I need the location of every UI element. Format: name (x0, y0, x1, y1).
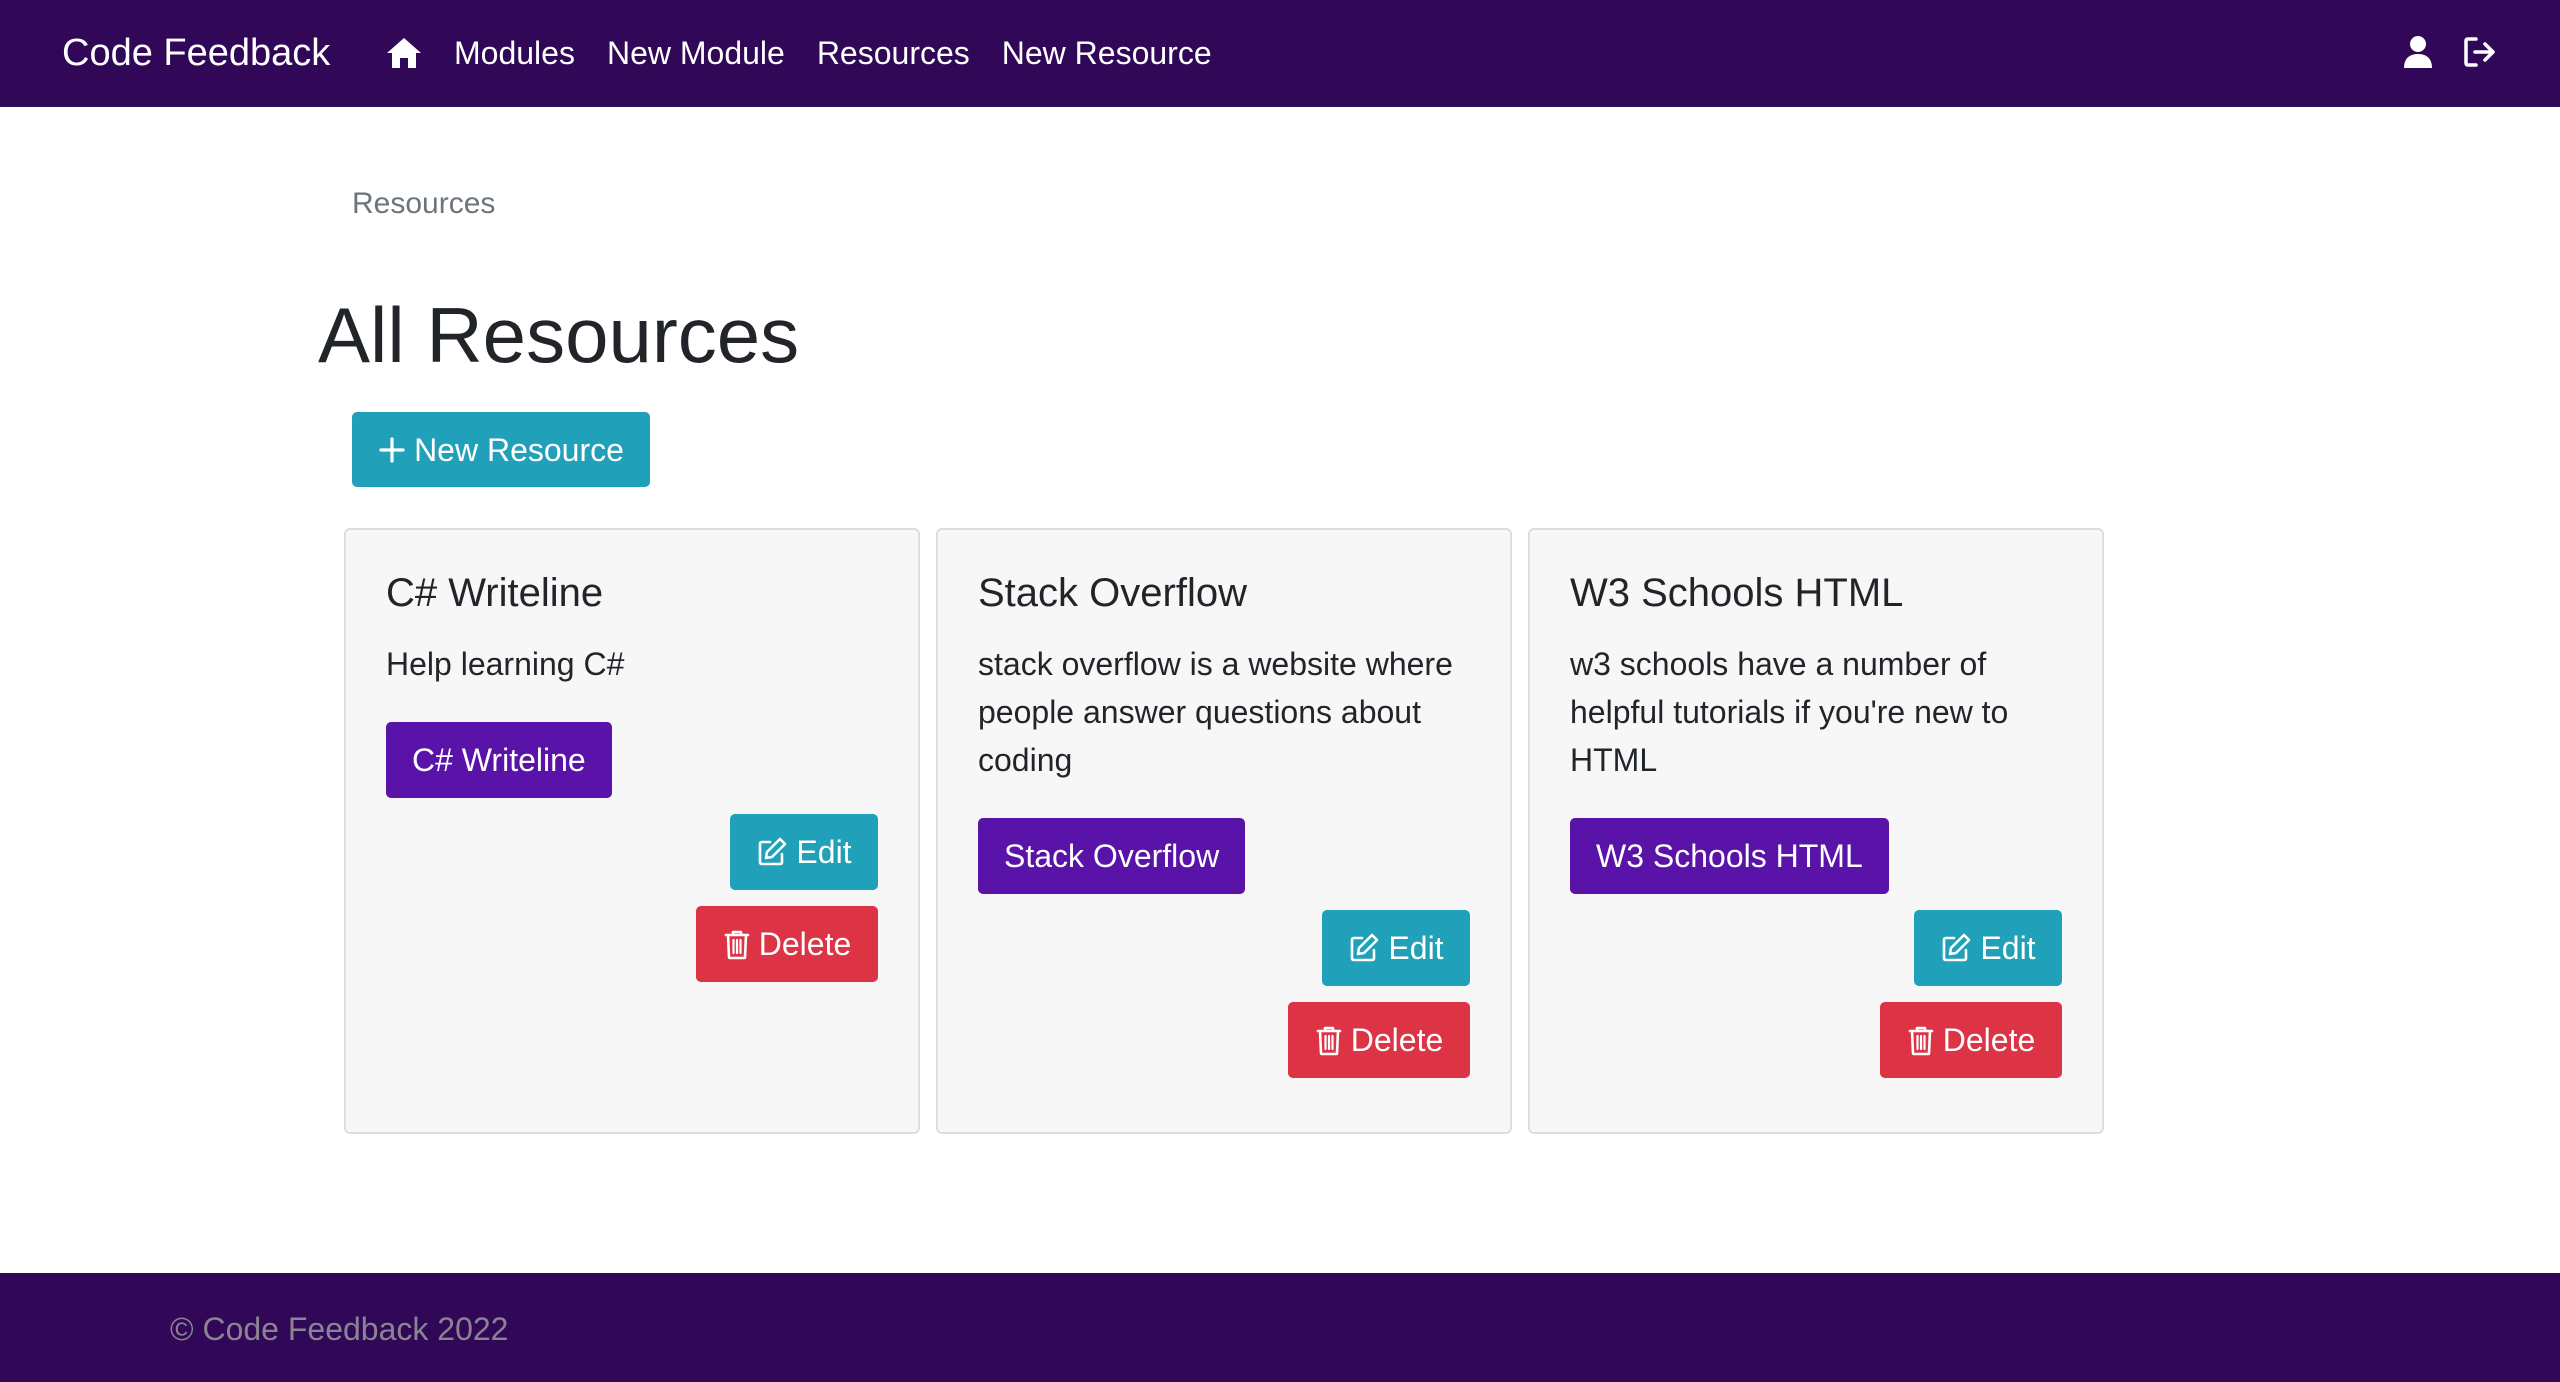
trash-icon (1316, 1026, 1342, 1056)
trash-icon (724, 930, 750, 960)
navbar: Code Feedback Modules New Module Resourc… (0, 0, 2560, 107)
edit-icon (759, 837, 787, 866)
edit-button[interactable]: Edit (1914, 910, 2062, 986)
edit-label: Edit (1980, 930, 2036, 966)
edit-icon (1943, 933, 1971, 962)
delete-button[interactable]: Delete (1880, 1002, 2062, 1078)
user-icon (2404, 36, 2432, 68)
new-resource-button[interactable]: New Resource (352, 412, 650, 487)
page-title: All Resources (318, 291, 800, 379)
resource-card: W3 Schools HTML w3 schools have a number… (1528, 528, 2104, 1134)
card-description: w3 schools have a number of helpful tuto… (1570, 646, 2009, 778)
plus-icon (379, 436, 405, 463)
delete-label: Delete (758, 926, 852, 962)
resource-card: C# Writeline Help learning C# C# Writeli… (344, 528, 920, 1134)
delete-button[interactable]: Delete (1288, 1002, 1470, 1078)
nav-link-resources[interactable]: Resources (817, 30, 970, 76)
footer: © Code Feedback 2022 (0, 1273, 2560, 1382)
trash-icon (1908, 1026, 1934, 1056)
footer-copyright: © Code Feedback 2022 (170, 1311, 509, 1347)
card-title: C# Writeline (386, 571, 604, 615)
delete-button[interactable]: Delete (696, 906, 878, 982)
delete-label: Delete (1942, 1022, 2036, 1058)
home-icon (387, 38, 421, 68)
card-title: Stack Overflow (978, 571, 1247, 615)
edit-label: Edit (1388, 930, 1444, 966)
edit-button[interactable]: Edit (730, 814, 878, 890)
logout-link[interactable] (2460, 32, 2500, 72)
profile-link[interactable] (2398, 32, 2438, 72)
nav-link-new-module[interactable]: New Module (607, 30, 785, 76)
edit-icon (1351, 933, 1379, 962)
resource-link-button[interactable]: W3 Schools HTML (1570, 818, 1889, 894)
edit-button[interactable]: Edit (1322, 910, 1470, 986)
card-description: stack overflow is a website where people… (978, 646, 1453, 778)
breadcrumb: Resources (352, 187, 496, 220)
nav-right (2376, 32, 2500, 72)
delete-label: Delete (1350, 1022, 1444, 1058)
logout-icon (2464, 37, 2495, 67)
resource-link-button[interactable]: Stack Overflow (978, 818, 1246, 894)
resource-link-button[interactable]: C# Writeline (386, 722, 612, 798)
new-resource-label: New Resource (414, 431, 624, 468)
nav-link-modules[interactable]: Modules (454, 30, 575, 76)
card-description: Help learning C# (386, 646, 625, 682)
edit-label: Edit (796, 834, 852, 870)
card-title: W3 Schools HTML (1570, 571, 1904, 615)
nav-link-new-resource[interactable]: New Resource (1002, 30, 1212, 76)
resource-card: Stack Overflow stack overflow is a websi… (936, 528, 1512, 1134)
nav-links: Modules New Module Resources New Resourc… (384, 30, 1244, 76)
home-link[interactable] (384, 33, 424, 73)
brand-link[interactable]: Code Feedback (62, 28, 330, 78)
